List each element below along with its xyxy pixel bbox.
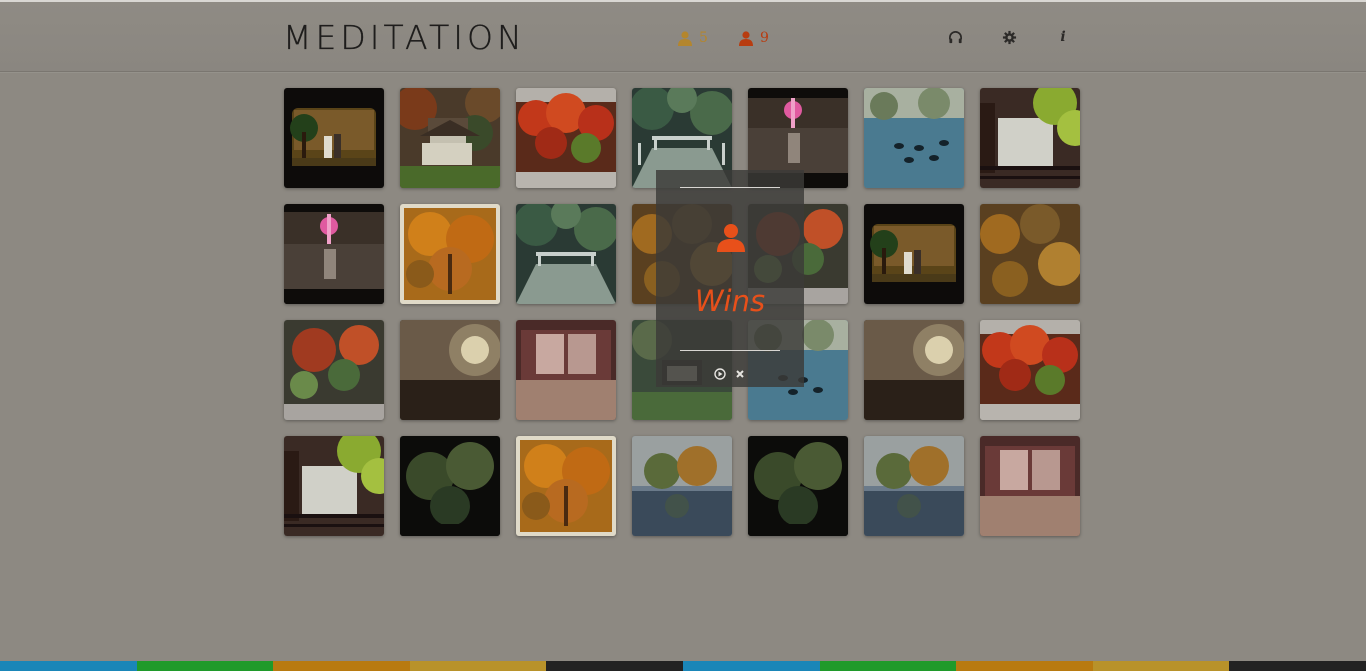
card-tatami-room[interactable] — [516, 320, 616, 420]
bar-segment — [1092, 661, 1230, 671]
bar-segment — [409, 661, 547, 671]
bar-segment — [956, 661, 1093, 671]
bar-segment — [0, 661, 137, 671]
bar-segment — [819, 661, 957, 671]
card-wedding-photo[interactable] — [864, 204, 964, 304]
card-red-maple-garden[interactable] — [284, 320, 384, 420]
card-orange-tree[interactable] — [516, 436, 616, 536]
gear-icon[interactable] — [1000, 28, 1018, 46]
card-japanese-house[interactable] — [400, 88, 500, 188]
card-sunset-lake[interactable] — [284, 204, 384, 304]
card-pond-reflection[interactable] — [864, 436, 964, 536]
header-bar: MEDITATION 5 9 i — [0, 2, 1366, 72]
replay-icon[interactable] — [713, 367, 727, 381]
player1-icon — [678, 31, 692, 46]
divider-top — [680, 187, 780, 188]
player1-score: 5 — [677, 28, 708, 48]
result-dialog: Wins — [656, 170, 804, 387]
card-sun-glow[interactable] — [864, 320, 964, 420]
divider-bottom — [680, 350, 780, 351]
card-red-maple[interactable] — [980, 320, 1080, 420]
bar-segment — [136, 661, 274, 671]
card-tatami-room[interactable] — [980, 436, 1080, 536]
bar-segment — [1229, 661, 1366, 671]
close-icon[interactable] — [733, 367, 747, 381]
headphones-icon[interactable] — [946, 28, 964, 46]
card-maple-window[interactable] — [284, 436, 384, 536]
player2-score: 9 — [738, 28, 769, 48]
card-red-maple[interactable] — [516, 88, 616, 188]
player-icon — [717, 224, 745, 252]
card-dark-forest[interactable] — [748, 436, 848, 536]
player2-score-value: 9 — [760, 30, 769, 46]
game-title: MEDITATION — [283, 18, 526, 57]
info-glyph: i — [1060, 29, 1066, 45]
bottom-color-bar — [0, 661, 1366, 671]
wins-message: Wins — [694, 284, 766, 318]
card-pond-reflection[interactable] — [632, 436, 732, 536]
player1-score-value: 5 — [699, 30, 708, 46]
card-orange-tree[interactable] — [400, 204, 500, 304]
card-wedding-photo[interactable] — [284, 88, 384, 188]
card-sun-glow[interactable] — [400, 320, 500, 420]
card-dark-forest[interactable] — [400, 436, 500, 536]
bar-segment — [546, 661, 683, 671]
card-bridge[interactable] — [516, 204, 616, 304]
info-icon[interactable]: i — [1054, 28, 1072, 46]
card-duck-pond[interactable] — [864, 88, 964, 188]
player2-icon — [739, 31, 753, 46]
bar-segment — [273, 661, 410, 671]
bar-segment — [682, 661, 820, 671]
card-autumn-leaves[interactable] — [980, 204, 1080, 304]
card-maple-window[interactable] — [980, 88, 1080, 188]
